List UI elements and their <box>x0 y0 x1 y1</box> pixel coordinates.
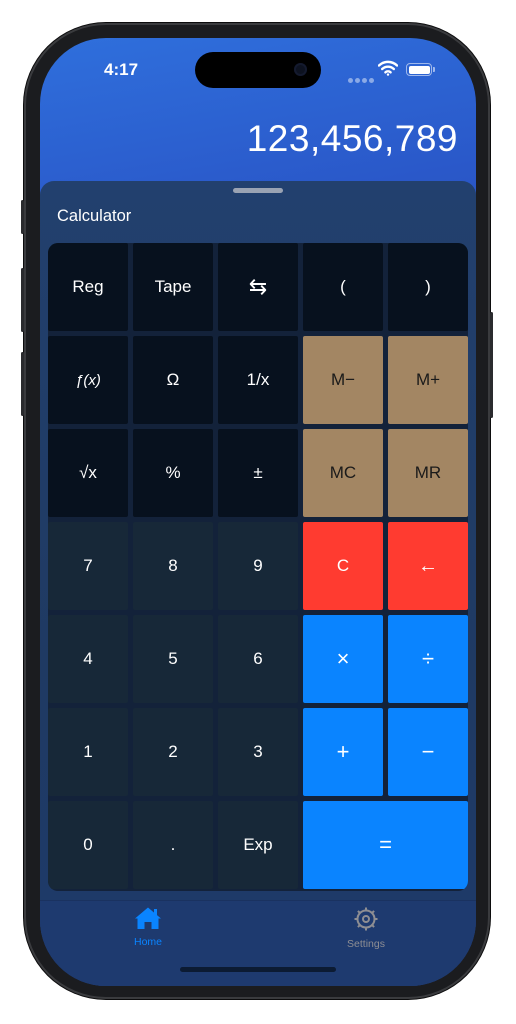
plus-minus-button[interactable]: ± <box>218 429 298 517</box>
camera-icon <box>294 63 307 76</box>
digit-1-button[interactable]: 1 <box>48 708 128 796</box>
function-button[interactable]: ƒ(x) <box>48 336 128 424</box>
digit-9-button[interactable]: 9 <box>218 522 298 610</box>
sheet-title: Calculator <box>57 207 132 225</box>
digit-4-button[interactable]: 4 <box>48 615 128 703</box>
digit-8-button[interactable]: 8 <box>133 522 213 610</box>
home-indicator <box>180 967 336 972</box>
dynamic-island <box>195 52 321 88</box>
reg-button[interactable]: Reg <box>48 243 128 331</box>
exponent-button[interactable]: Exp <box>218 801 298 889</box>
digit-0-button[interactable]: 0 <box>48 801 128 889</box>
memory-clear-button[interactable]: MC <box>303 429 383 517</box>
memory-add-button[interactable]: M+ <box>388 336 468 424</box>
digit-5-button[interactable]: 5 <box>133 615 213 703</box>
multiply-button[interactable]: × <box>303 615 383 703</box>
tab-settings[interactable]: Settings <box>321 906 411 950</box>
digit-6-button[interactable]: 6 <box>218 615 298 703</box>
reciprocal-button[interactable]: 1/x <box>218 336 298 424</box>
tab-bar: Home Settings <box>40 900 476 986</box>
tape-button[interactable]: Tape <box>133 243 213 331</box>
square-root-button[interactable]: √x <box>48 429 128 517</box>
sheet-grabber[interactable] <box>233 188 283 193</box>
divide-button[interactable]: ÷ <box>388 615 468 703</box>
memory-recall-button[interactable]: MR <box>388 429 468 517</box>
add-button[interactable]: + <box>303 708 383 796</box>
digit-7-button[interactable]: 7 <box>48 522 128 610</box>
equals-button[interactable]: = <box>303 801 468 889</box>
signal-icon <box>348 70 376 88</box>
status-bar: 4:17 <box>40 38 476 98</box>
house-icon <box>135 907 161 929</box>
keypad: Reg Tape ⇆ ( ) ƒ(x) Ω 1/x M− M+ √x % ± M… <box>48 243 468 891</box>
percent-button[interactable]: % <box>133 429 213 517</box>
digit-3-button[interactable]: 3 <box>218 708 298 796</box>
omega-button[interactable]: Ω <box>133 336 213 424</box>
subtract-button[interactable]: − <box>388 708 468 796</box>
decimal-button[interactable]: . <box>133 801 213 889</box>
action-button <box>21 200 24 234</box>
result-display: 123,456,789 <box>246 118 458 159</box>
digit-2-button[interactable]: 2 <box>133 708 213 796</box>
volume-down-button <box>21 352 24 416</box>
backspace-button[interactable]: ← <box>388 522 468 610</box>
screen: 4:17 123,456,789 Calculator Reg Tape ⇆ (… <box>40 38 476 986</box>
clear-button[interactable]: C <box>303 522 383 610</box>
right-paren-button[interactable]: ) <box>388 243 468 331</box>
calculator-sheet: Calculator Reg Tape ⇆ ( ) ƒ(x) Ω 1/x M− … <box>40 181 476 986</box>
tab-home[interactable]: Home <box>103 906 193 948</box>
memory-subtract-button[interactable]: M− <box>303 336 383 424</box>
left-paren-button[interactable]: ( <box>303 243 383 331</box>
gear-icon <box>354 907 378 931</box>
tab-home-label: Home <box>133 936 162 948</box>
wifi-icon <box>378 60 398 76</box>
swap-button[interactable]: ⇆ <box>218 243 298 331</box>
power-button <box>490 312 493 418</box>
battery-icon <box>406 63 435 76</box>
volume-up-button <box>21 268 24 332</box>
status-time: 4:17 <box>104 60 139 79</box>
tab-settings-label: Settings <box>347 938 385 950</box>
